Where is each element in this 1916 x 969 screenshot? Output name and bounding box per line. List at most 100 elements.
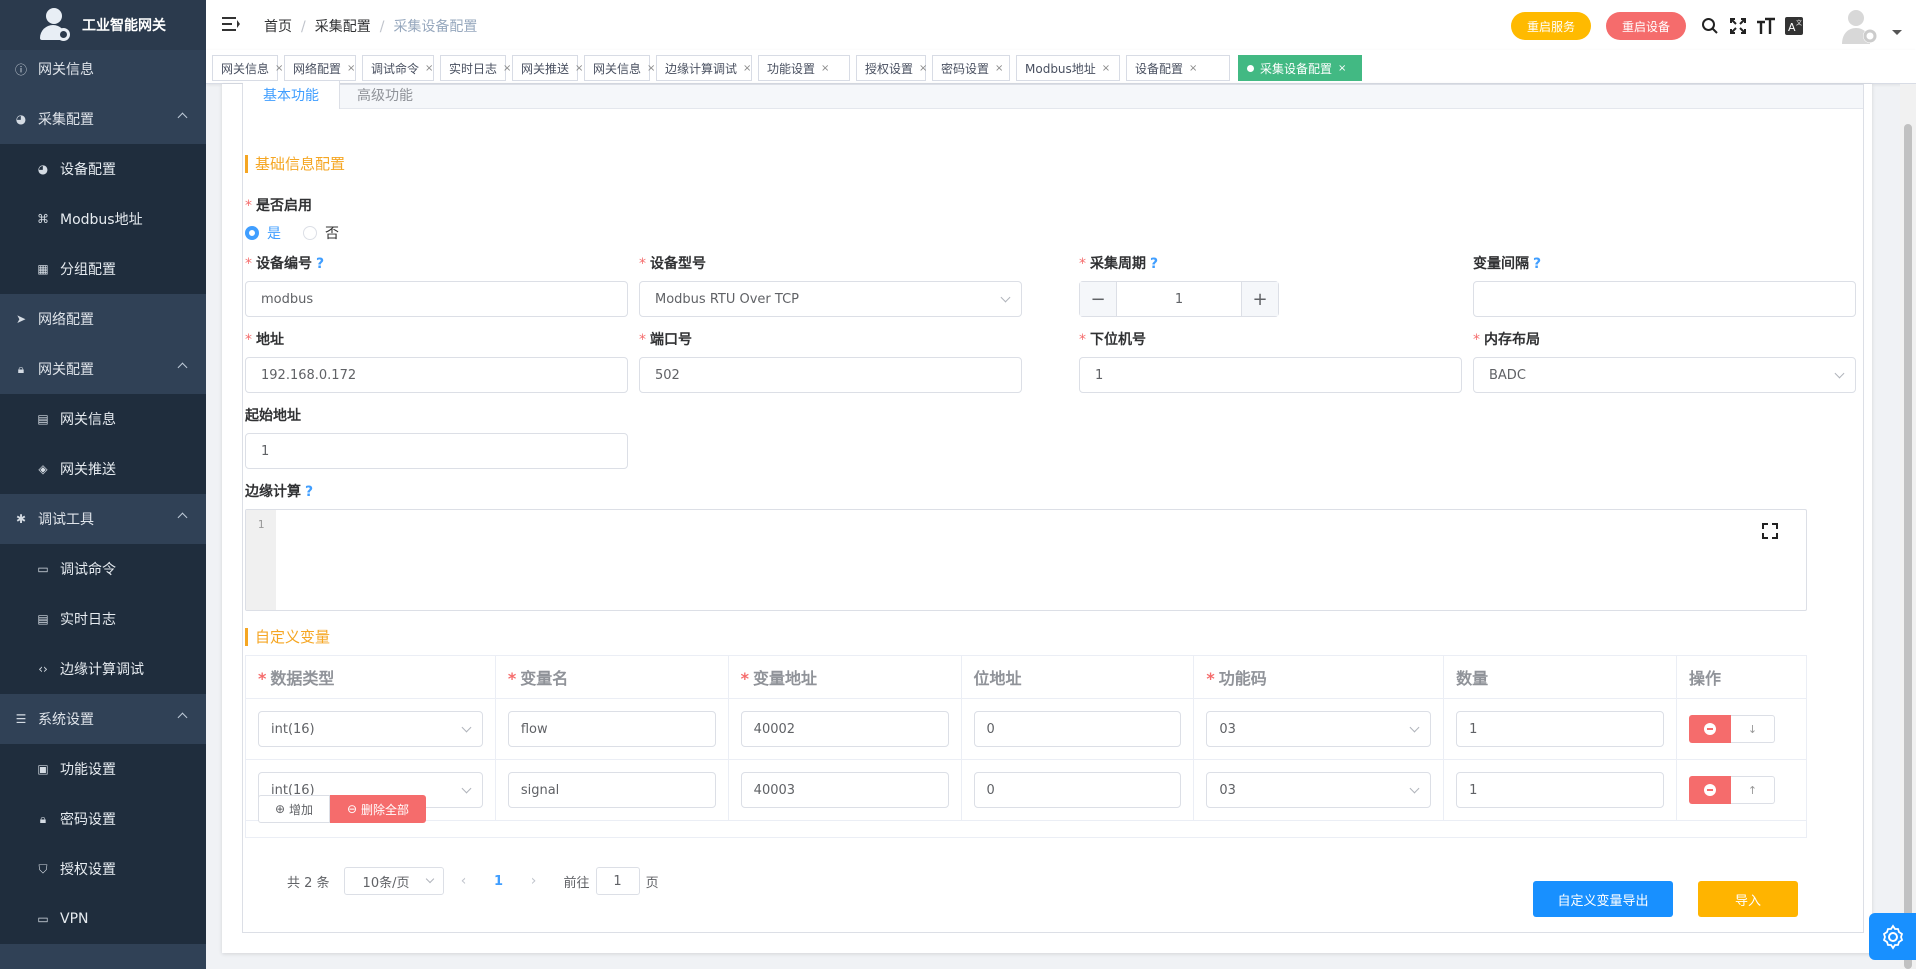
var-fc-input[interactable]: 03 <box>1206 711 1432 747</box>
fullscreen-icon[interactable] <box>1728 16 1748 36</box>
sidebar-item-9[interactable]: ✱ 调试工具 <box>0 494 206 544</box>
tab-advanced[interactable]: 高级功能 <box>337 81 433 109</box>
sidebar-item-12[interactable]: ‹› 边缘计算调试 <box>0 644 206 694</box>
sidebar-item-13[interactable]: ☰ 系统设置 <box>0 694 206 744</box>
close-icon[interactable]: × <box>821 63 829 74</box>
tag-9[interactable]: 密码设置 × <box>932 55 1010 81</box>
tag-6[interactable]: 边缘计算调试 × <box>656 55 752 81</box>
close-icon[interactable]: × <box>647 63 655 74</box>
user-avatar[interactable] <box>1840 6 1880 46</box>
sidebar-item-11[interactable]: ▤ 实时日志 <box>0 594 206 644</box>
table-icon: ▦ <box>37 262 49 276</box>
export-vars-button[interactable]: 自定义变量导出 <box>1533 881 1673 917</box>
period-value[interactable]: 1 <box>1116 282 1242 316</box>
add-variable-button[interactable]: ⊕ 增加 <box>258 795 330 823</box>
tag-10[interactable]: Modbus地址 × <box>1016 55 1120 81</box>
sidebar-item-14[interactable]: ▣ 功能设置 <box>0 744 206 794</box>
restart-device-button[interactable]: 重启设备 <box>1606 12 1686 40</box>
sidebar-item-0[interactable]: ⓘ 网关信息 <box>0 44 206 94</box>
close-icon[interactable]: × <box>1102 63 1110 74</box>
current-page[interactable]: 1 <box>484 874 514 889</box>
device-id-input[interactable]: modbus <box>245 281 628 317</box>
close-icon[interactable]: × <box>425 63 433 74</box>
delete-all-button[interactable]: ⊖ 删除全部 <box>330 795 426 823</box>
decrement-button[interactable]: − <box>1080 282 1116 316</box>
sidebar-item-17[interactable]: ▭ VPN <box>0 894 206 944</box>
tag-12[interactable]: 采集设备配置 × <box>1238 55 1362 81</box>
next-page-button[interactable]: › <box>514 873 554 889</box>
sidebar-item-10[interactable]: ▭ 调试命令 <box>0 544 206 594</box>
sidebar-item-6[interactable]: 🔒︎ 网关配置 <box>0 344 206 394</box>
tag-11[interactable]: 设备配置 × <box>1126 55 1230 81</box>
language-icon[interactable]: A文 <box>1784 16 1804 36</box>
breadcrumb-home[interactable]: 首页 <box>264 19 292 35</box>
port-input[interactable]: 502 <box>639 357 1022 393</box>
var-addr-input[interactable]: 40002 <box>740 711 949 747</box>
sidebar-item-16[interactable]: ⛉ 授权设置 <box>0 844 206 894</box>
tag-3[interactable]: 实时日志 × <box>440 55 511 81</box>
close-icon[interactable]: × <box>1338 63 1346 74</box>
slave-input[interactable]: 1 <box>1079 357 1462 393</box>
tag-1[interactable]: 网络配置 × <box>284 55 356 81</box>
search-icon[interactable] <box>1700 16 1720 36</box>
page-size-select[interactable]: 10条/页 <box>343 867 444 895</box>
tag-7[interactable]: 功能设置 × <box>758 55 850 81</box>
start-addr-input[interactable]: 1 <box>245 433 628 469</box>
close-icon[interactable]: × <box>503 63 511 74</box>
var-name-input[interactable]: flow <box>507 711 716 747</box>
avatar-caret-icon[interactable] <box>1892 30 1902 35</box>
delete-row-button[interactable] <box>1688 715 1731 743</box>
sidebar-item-4[interactable]: ▦ 分组配置 <box>0 244 206 294</box>
increment-button[interactable]: + <box>1242 282 1278 316</box>
expand-icon[interactable] <box>1762 523 1778 539</box>
tab-basic[interactable]: 基本功能 <box>243 81 340 109</box>
send-icon: ➤ <box>15 312 27 326</box>
close-icon[interactable]: × <box>919 63 927 74</box>
var-bit-input[interactable]: 0 <box>973 711 1182 747</box>
tag-8[interactable]: 授权设置 × <box>856 55 927 81</box>
var-type-input[interactable]: int(16) <box>258 711 483 747</box>
table-row: int(16) flow 40002 0 03 1 ↓ <box>245 698 1808 760</box>
tag-5[interactable]: 网关信息 × <box>584 55 655 81</box>
restart-service-button[interactable]: 重启服务 <box>1511 12 1591 40</box>
sidebar-item-2[interactable]: ◕ 设备配置 <box>0 144 206 194</box>
line-number: 1 <box>246 510 276 610</box>
tag-2[interactable]: 调试命令 × <box>362 55 434 81</box>
period-stepper[interactable]: − 1 + <box>1079 281 1279 317</box>
goto-page-input[interactable]: 1 <box>595 867 640 895</box>
font-size-icon[interactable] <box>1756 16 1776 36</box>
import-button[interactable]: 导入 <box>1698 881 1798 917</box>
enable-no-radio[interactable]: 否 <box>303 223 339 243</box>
close-icon[interactable]: × <box>995 63 1003 74</box>
close-icon[interactable]: × <box>347 63 355 74</box>
sidebar-item-7[interactable]: ▤ 网关信息 <box>0 394 206 444</box>
page-scrollbar[interactable] <box>1900 84 1916 969</box>
memory-select[interactable]: BADC <box>1473 357 1856 393</box>
sidebar-item-3[interactable]: ⌘ Modbus地址 <box>0 194 206 244</box>
var-interval-input[interactable] <box>1473 281 1856 317</box>
tag-0[interactable]: 网关信息 × <box>212 55 283 81</box>
prev-page-button[interactable]: ‹ <box>444 873 484 889</box>
var-qty-input[interactable]: 1 <box>1456 711 1664 747</box>
menu-fold-icon[interactable] <box>222 17 240 31</box>
close-icon[interactable]: × <box>275 63 283 74</box>
tag-4[interactable]: 网关推送 × <box>512 55 583 81</box>
sidebar-item-5[interactable]: ➤ 网络配置 <box>0 294 206 344</box>
sidebar-item-8[interactable]: ◈ 网关推送 <box>0 444 206 494</box>
edge-label: 边缘计算? <box>245 484 314 500</box>
file-icon: ▣ <box>37 762 49 776</box>
breadcrumb-collect[interactable]: 采集配置 <box>315 19 371 35</box>
sidebar-item-label: 网关配置 <box>38 362 94 378</box>
address-input[interactable]: 192.168.0.172 <box>245 357 628 393</box>
sidebar-item-15[interactable]: 🔒︎ 密码设置 <box>0 794 206 844</box>
settings-gear-icon[interactable] <box>1869 913 1916 960</box>
close-icon[interactable]: × <box>1189 63 1197 74</box>
column-header: 数量 <box>1443 655 1677 699</box>
sidebar-item-1[interactable]: ◕ 采集配置 <box>0 94 206 144</box>
enable-yes-radio[interactable]: 是 <box>245 223 281 243</box>
edge-code-editor[interactable]: 1 <box>245 509 1807 611</box>
close-icon[interactable]: × <box>743 63 751 74</box>
close-icon[interactable]: × <box>575 63 583 74</box>
device-model-select[interactable]: Modbus RTU Over TCP <box>639 281 1022 317</box>
move-row-button[interactable]: ↓ <box>1730 715 1775 743</box>
